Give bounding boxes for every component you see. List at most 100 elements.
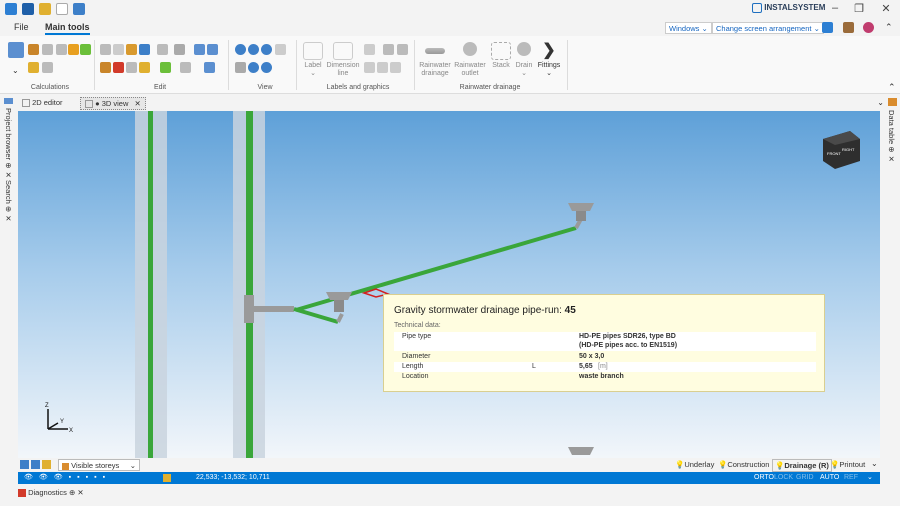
rainwater-outlet[interactable]	[568, 203, 594, 211]
label-button[interactable]: Label ⌄	[302, 42, 324, 78]
scissors-icon[interactable]	[100, 62, 111, 73]
pipe-fitting[interactable]	[244, 295, 254, 323]
close-tab-icon[interactable]: ✕	[134, 99, 140, 108]
diagnostics-panel-tab[interactable]: Diagnostics ⊕ ✕	[18, 488, 84, 502]
dimension-line-button[interactable]: Dimension line	[326, 42, 360, 78]
data-table-icon[interactable]	[888, 98, 897, 106]
drainage-toggle[interactable]: 💡Drainage (R)	[772, 459, 832, 472]
delete-icon[interactable]	[113, 62, 124, 73]
balance-icon[interactable]	[42, 44, 53, 55]
storey-up-icon[interactable]	[20, 460, 29, 469]
save-icon[interactable]	[22, 3, 34, 15]
app-icon[interactable]	[5, 3, 17, 15]
monitor-icon[interactable]	[822, 22, 833, 33]
group-icon[interactable]	[139, 62, 150, 73]
orto-toggle[interactable]: ORTO	[754, 474, 774, 481]
move-icon[interactable]	[126, 62, 137, 73]
zoom-window-icon[interactable]	[261, 44, 272, 55]
rainwater-drainage-button[interactable]: Rainwater drainage	[418, 42, 452, 78]
auto-toggle[interactable]: AUTO	[820, 474, 839, 481]
status-tools-icons[interactable]: 👁👁👁▪▪▪▪▪	[24, 473, 111, 481]
storey-filter-icon[interactable]	[42, 460, 51, 469]
visible-storeys-dropdown[interactable]: Visible storeys ⌄	[58, 459, 140, 471]
3d-viewport[interactable]: FRONT RIGHT Z Y X	[18, 111, 880, 458]
dock-grid-icon[interactable]	[4, 98, 13, 104]
stack-button[interactable]: Stack	[490, 42, 512, 70]
fittings-button[interactable]: ❯ Fittings ⌄	[536, 42, 562, 78]
pan-icon[interactable]	[235, 62, 246, 73]
new-document-icon[interactable]	[56, 3, 68, 15]
frame-icon[interactable]	[390, 62, 401, 73]
table-icon[interactable]	[383, 44, 394, 55]
data-table-tab[interactable]: Data table ⊕ ✕	[887, 110, 896, 164]
ref-toggle[interactable]: REF	[844, 474, 858, 481]
more-icon[interactable]	[275, 44, 286, 55]
status-chevron-icon[interactable]: ⌄	[867, 473, 873, 481]
drain-button[interactable]: Drain ⌄	[514, 42, 534, 78]
rainwater-outlet[interactable]	[326, 292, 352, 300]
tab-3d-view[interactable]: ● 3D view ✕	[80, 97, 146, 111]
z-axis-label: Z	[45, 403, 49, 409]
mirror-icon[interactable]	[174, 44, 185, 55]
lock-toggle[interactable]: LOCK	[774, 474, 793, 481]
zoom-in-icon[interactable]	[235, 44, 246, 55]
snap-icon[interactable]	[163, 474, 171, 482]
settings-icon[interactable]	[56, 44, 67, 55]
grid-toggle[interactable]: GRID	[796, 474, 814, 481]
tabs-chevron-down-icon[interactable]: ⌄	[877, 98, 884, 107]
more-icon[interactable]	[157, 44, 168, 55]
layers-icon[interactable]	[194, 44, 205, 55]
minimize-button[interactable]: –	[826, 2, 844, 14]
search-icon[interactable]	[113, 44, 124, 55]
select-icon[interactable]	[180, 62, 191, 73]
project-browser-tab[interactable]: Project browser ⊕ ✕	[4, 108, 13, 180]
storey-down-icon[interactable]	[31, 460, 40, 469]
vertical-pipe[interactable]	[246, 111, 253, 458]
legend-icon[interactable]	[377, 62, 388, 73]
open-folder-icon[interactable]	[39, 3, 51, 15]
tab-2d-editor[interactable]: 2D editor	[18, 97, 67, 108]
check-icon[interactable]	[80, 44, 91, 55]
paste-icon[interactable]	[126, 44, 137, 55]
rainwater-outlet-button[interactable]: Rainwater outlet	[454, 42, 486, 78]
note-icon[interactable]	[364, 62, 375, 73]
nav-cube-front[interactable]: FRONT	[827, 151, 841, 156]
report-icon[interactable]	[28, 44, 39, 55]
vertical-pipe[interactable]	[148, 111, 153, 458]
underlay-toggle[interactable]: 💡Underlay	[675, 460, 714, 469]
tab-file[interactable]: File	[14, 22, 29, 32]
copy-icon[interactable]	[100, 44, 111, 55]
undo-icon[interactable]	[139, 44, 150, 55]
image-icon[interactable]	[397, 44, 408, 55]
construction-toggle[interactable]: 💡Construction	[718, 460, 769, 469]
collapse-top-icon[interactable]: ⌃	[885, 22, 893, 33]
help-icon[interactable]	[863, 22, 874, 33]
screen-arrangement-dropdown[interactable]: Change screen arrangement ⌄	[712, 22, 824, 34]
graph-icon[interactable]	[42, 62, 53, 73]
collapse-ribbon-icon[interactable]: ⌃	[888, 82, 896, 93]
chevron-down-icon[interactable]: ⌄	[871, 459, 878, 468]
zoom-previous-icon[interactable]	[261, 62, 272, 73]
text-style-icon[interactable]	[364, 44, 375, 55]
zoom-out-icon[interactable]	[248, 44, 259, 55]
windows-dropdown[interactable]: Windows ⌄	[665, 22, 712, 34]
properties-icon[interactable]	[207, 44, 218, 55]
zoom-all-icon[interactable]	[248, 62, 259, 73]
restore-button[interactable]: ❐	[850, 2, 868, 15]
chevron-down-icon[interactable]: ⌄	[12, 66, 23, 77]
text-icon[interactable]	[204, 62, 215, 73]
tab-main-tools[interactable]: Main tools	[45, 22, 90, 35]
fire-icon[interactable]	[68, 44, 79, 55]
outlet-connector[interactable]	[336, 313, 344, 323]
rainwater-outlet[interactable]	[568, 447, 594, 455]
undo-icon[interactable]	[73, 3, 85, 15]
search-tab[interactable]: Search ⊕ ✕	[4, 180, 13, 223]
close-window-button[interactable]: ✕	[877, 2, 895, 15]
branch-pipe[interactable]	[293, 307, 339, 324]
database-icon[interactable]	[843, 22, 854, 33]
list-icon[interactable]	[28, 62, 39, 73]
printout-toggle[interactable]: 💡Printout	[830, 460, 865, 469]
filter-icon[interactable]	[160, 62, 171, 73]
nav-cube-right[interactable]: RIGHT	[842, 147, 855, 152]
calculator-icon[interactable]	[8, 42, 24, 58]
